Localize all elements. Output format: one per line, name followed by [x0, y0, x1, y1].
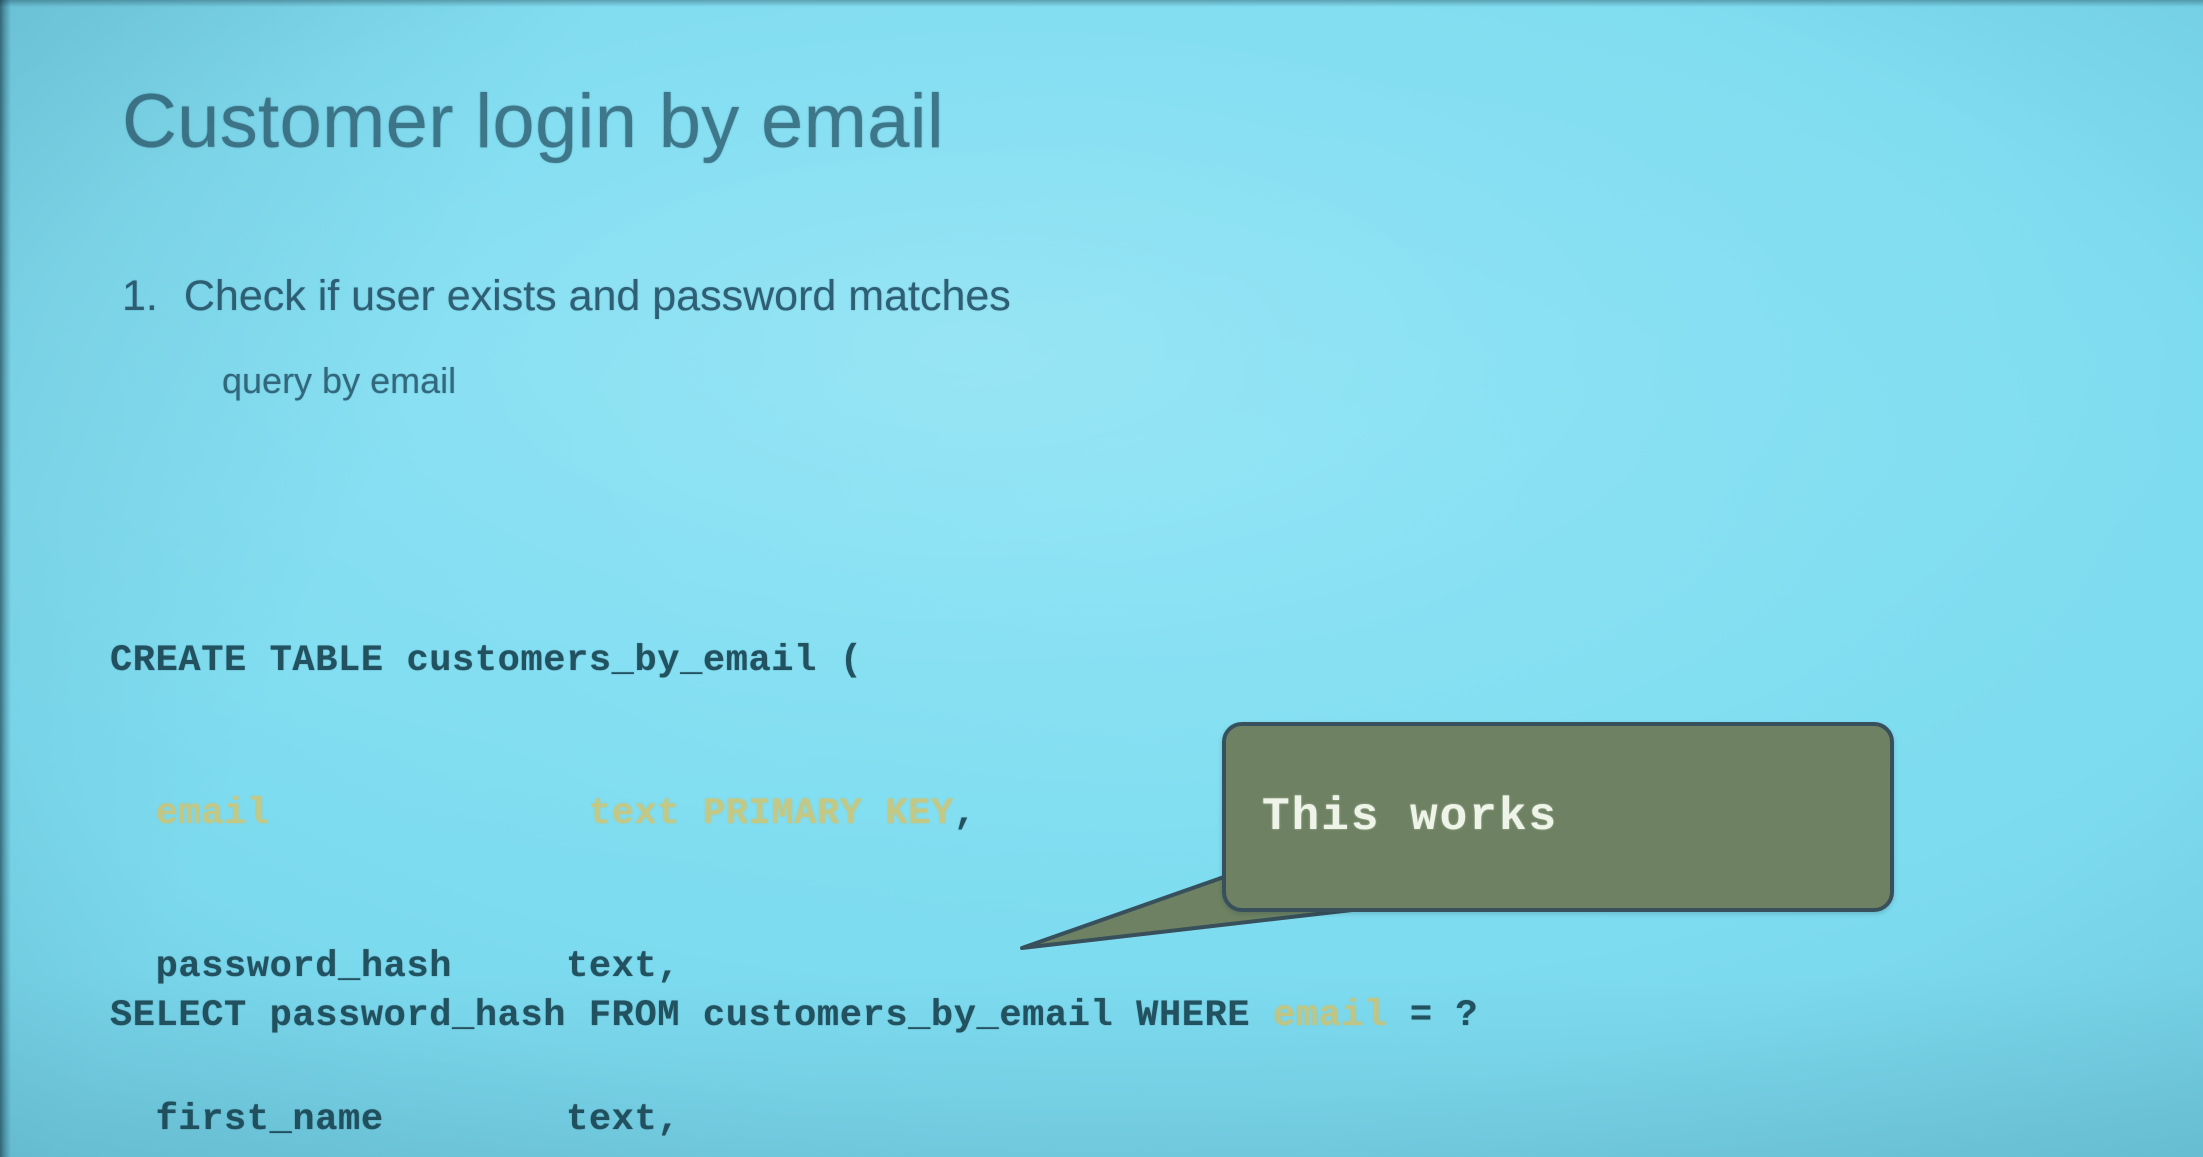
code-line-email-column: email text PRIMARY KEY, — [110, 789, 977, 840]
code-line-password-hash: password_hash text, — [110, 946, 681, 988]
bullet-label: Check if user exists and password matche… — [183, 272, 1011, 320]
callout-this-works: This works — [1020, 722, 1894, 950]
bullet-item-1: 1. Check if user exists and password mat… — [122, 272, 1011, 321]
callout-bubble: This works — [1222, 722, 1894, 912]
code-token-comma: , — [953, 793, 977, 835]
code-token-text-primary-key: text PRIMARY KEY — [588, 793, 954, 835]
sub-bullet-query-by-email: query by email — [222, 360, 457, 401]
callout-label: This works — [1262, 791, 1559, 843]
slide-content: Customer login by email 1. Check if user… — [0, 0, 2203, 1157]
code-gap — [270, 793, 589, 835]
slide-title: Customer login by email — [122, 79, 945, 164]
code-line-create: CREATE TABLE customers_by_email ( — [110, 640, 863, 682]
code-token-email: email — [155, 793, 270, 835]
code-line-first-name: first_name text, — [110, 1099, 681, 1141]
code-block-create-table: CREATE TABLE customers_by_email ( email … — [110, 534, 977, 1157]
projected-slide-photo: Customer login by email 1. Check if user… — [0, 0, 2203, 1157]
bullet-number: 1. — [122, 272, 158, 320]
